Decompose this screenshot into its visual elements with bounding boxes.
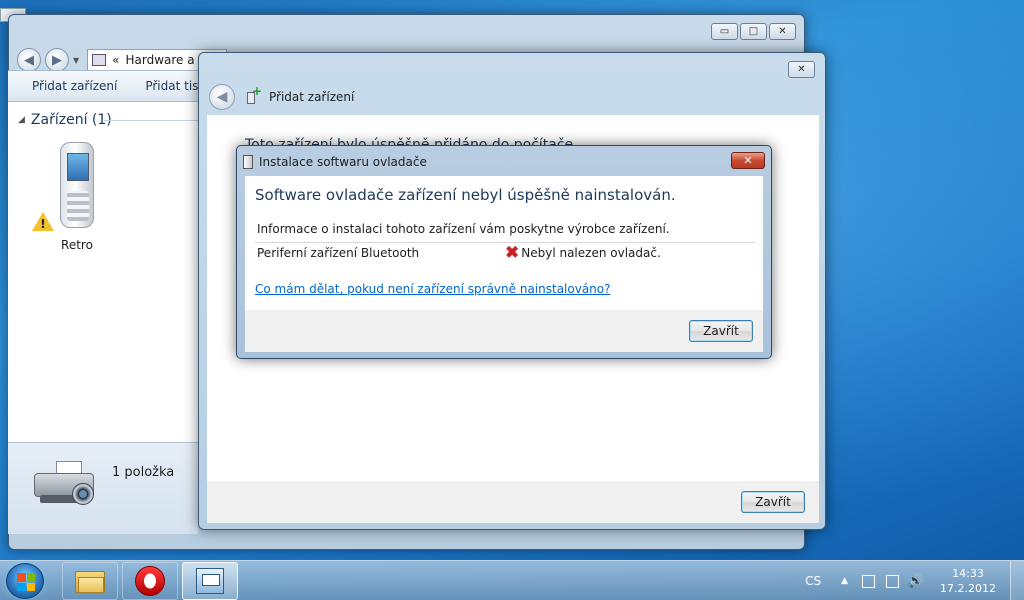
details-pane: 1 položka <box>8 442 198 534</box>
dialog-footer: Zavřít <box>245 310 763 352</box>
close-button[interactable]: ✕ <box>731 152 765 169</box>
control-panel-icon <box>92 54 107 66</box>
group-divider <box>104 120 198 121</box>
group-header-label: Zařízení (1) <box>30 112 112 128</box>
recent-pages-dropdown-icon[interactable]: ▼ <box>73 56 79 65</box>
caption-buttons: ✕ <box>788 61 815 78</box>
device-label: Retro <box>61 238 93 252</box>
opera-taskbar-button[interactable] <box>122 562 178 600</box>
folder-icon <box>75 569 105 593</box>
install-status: ✖ Nebyl nalezen ovladač. <box>505 243 661 263</box>
driver-install-dialog: Instalace softwaru ovladače ✕ Software o… <box>236 145 772 359</box>
error-x-icon: ✖ <box>505 243 520 263</box>
maximize-button[interactable]: □ <box>740 23 767 40</box>
close-button[interactable]: ✕ <box>788 61 815 78</box>
close-wizard-button[interactable]: Zavřít <box>741 491 805 513</box>
safely-remove-hardware-icon[interactable] <box>860 573 876 589</box>
opera-icon <box>135 566 165 596</box>
device-name: Periferní zařízení Bluetooth <box>257 246 420 260</box>
wizard-header: ◀ + Přidat zařízení <box>209 83 354 111</box>
dialog-info-text: Informace o instalaci tohoto zařízení vá… <box>257 222 670 236</box>
status-text: Nebyl nalezen ovladač. <box>521 246 661 260</box>
clock[interactable]: 14:33 17.2.2012 <box>940 566 996 596</box>
command-bar: Přidat zařízení Přidat tiskár <box>8 70 198 102</box>
explorer-taskbar-button[interactable] <box>62 562 118 600</box>
show-hidden-icons-icon[interactable]: ▲ <box>841 576 848 586</box>
show-desktop-button[interactable] <box>1010 561 1024 600</box>
breadcrumb-chevrons[interactable]: « <box>112 53 119 67</box>
add-printer-command[interactable]: Přidat tiskár <box>145 79 198 93</box>
start-button[interactable] <box>6 563 44 599</box>
volume-icon[interactable]: 🔊 <box>908 573 924 589</box>
dialog-body: Software ovladače zařízení nebyl úspěšně… <box>245 176 763 310</box>
back-arrow-icon[interactable]: ◀ <box>209 84 235 110</box>
back-arrow-icon[interactable]: ◀ <box>17 48 41 72</box>
language-indicator[interactable]: CS <box>805 574 821 588</box>
taskbar: CS ▲ 🔊 14:33 17.2.2012 <box>0 560 1024 600</box>
devices-content-pane: ◢ Zařízení (1) ! Retro <box>8 102 198 442</box>
close-button[interactable]: ✕ <box>769 23 796 40</box>
clock-date: 17.2.2012 <box>940 582 996 595</box>
add-device-command[interactable]: Přidat zařízení <box>32 79 117 93</box>
dialog-title: Instalace softwaru ovladače <box>259 155 427 169</box>
printer-camera-icon <box>34 461 96 507</box>
add-device-icon: + <box>245 84 262 106</box>
dialog-titlebar: Instalace softwaru ovladače <box>243 152 427 172</box>
close-dialog-button[interactable]: Zavřít <box>689 320 753 342</box>
item-count: 1 položka <box>112 465 175 480</box>
mobile-phone-icon <box>60 142 94 228</box>
windows-logo-icon <box>17 573 35 591</box>
network-icon[interactable] <box>884 573 900 589</box>
devices-group-header[interactable]: ◢ Zařízení (1) <box>18 112 112 128</box>
forward-arrow-icon[interactable]: ▶ <box>45 48 69 72</box>
collapse-triangle-icon[interactable]: ◢ <box>18 115 25 125</box>
window-title: Přidat zařízení <box>269 90 355 104</box>
system-tray: CS ▲ 🔊 14:33 17.2.2012 <box>805 561 1024 600</box>
minimize-button[interactable]: ▭ <box>711 23 738 40</box>
clock-time: 14:33 <box>952 567 984 580</box>
driver-install-icon <box>243 155 253 169</box>
help-link[interactable]: Co mám dělat, pokud není zařízení správn… <box>255 282 611 296</box>
dialog-heading: Software ovladače zařízení nebyl úspěšně… <box>255 186 676 204</box>
caption-buttons: ▭ □ ✕ <box>711 23 796 40</box>
device-status-row: Periferní zařízení Bluetooth ✖ Nebyl nal… <box>257 243 753 264</box>
wizard-footer: Zavřít <box>207 481 819 523</box>
devices-taskbar-button[interactable] <box>182 562 238 600</box>
devices-printers-icon <box>196 568 224 594</box>
